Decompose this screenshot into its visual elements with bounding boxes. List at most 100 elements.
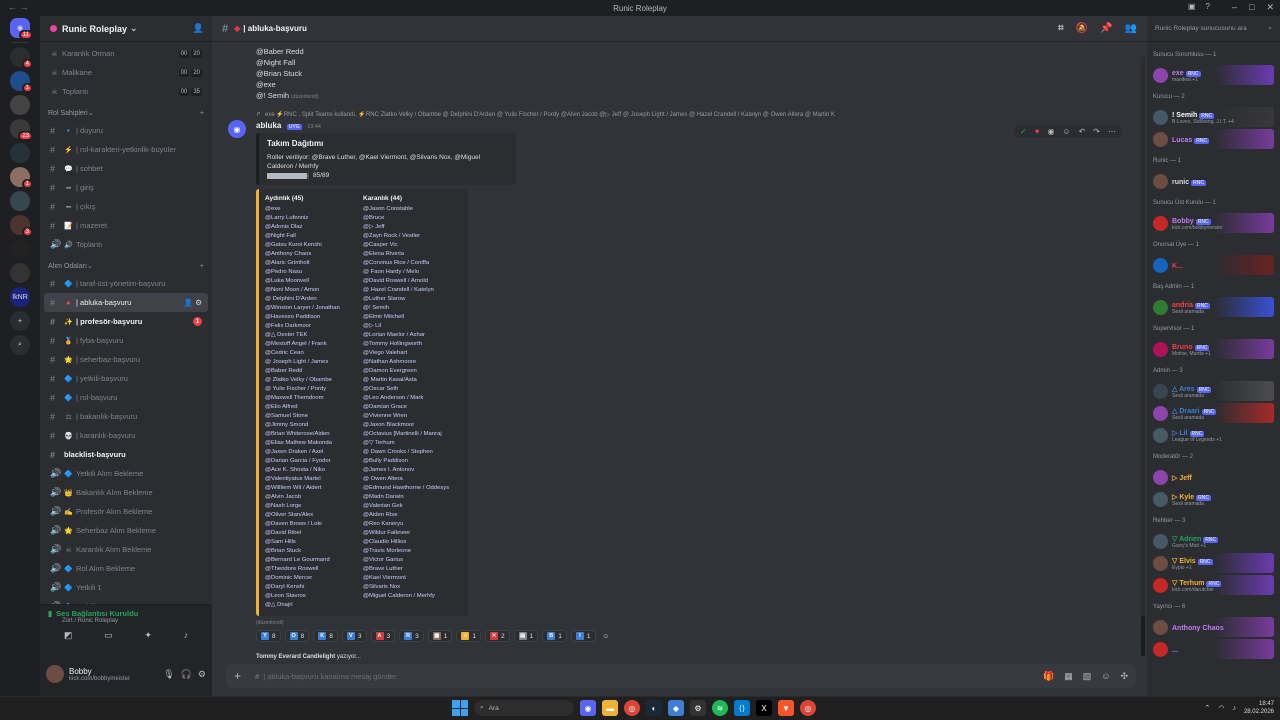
channel-item[interactable]: 🔊 🔷 Rol Alım Bekleme bbox=[44, 559, 208, 578]
threads-icon[interactable]: ⌗ bbox=[1058, 23, 1064, 34]
team-member[interactable]: @ Joseph Light / James bbox=[265, 358, 359, 367]
taskbar-search[interactable]: ⌕ Ara bbox=[474, 700, 574, 716]
eye-icon[interactable]: ◉ bbox=[1047, 127, 1054, 136]
reaction-button[interactable]: O8 bbox=[284, 630, 310, 642]
channel-item[interactable]: # ➡ | giriş bbox=[44, 178, 208, 197]
channel-item[interactable]: # 🔹 | duyuru bbox=[44, 121, 208, 140]
avatar[interactable] bbox=[1153, 491, 1168, 507]
voice-channel[interactable]: ☠ Karanlık Orman 00 20 bbox=[44, 44, 208, 63]
avatar[interactable] bbox=[1153, 533, 1168, 549]
apps-icon[interactable]: ✣ bbox=[1120, 671, 1128, 682]
plus-icon[interactable]: + bbox=[200, 110, 204, 117]
member-item[interactable]: ! Semih RNC B-Loves, Skillbeng, J.I.T. +4 bbox=[1153, 106, 1274, 128]
server-icon[interactable]: + bbox=[10, 311, 30, 331]
channel-item[interactable]: # 💀 | karanlık-başvuru bbox=[44, 426, 208, 445]
screen-share-icon[interactable]: ▭ bbox=[104, 630, 113, 641]
team-member[interactable]: @Oscar Seth bbox=[363, 385, 457, 394]
team-member[interactable]: @Oliver Stan/Alex bbox=[265, 511, 359, 520]
user-mention[interactable]: @! Semih bbox=[256, 91, 289, 100]
team-member[interactable]: @Ace K. Shosta / Niko bbox=[265, 466, 359, 475]
channel-item[interactable]: 🔊 👑 Bakanlık Alım Bekleme bbox=[44, 483, 208, 502]
team-member[interactable]: @ Owen Altera bbox=[363, 475, 457, 484]
team-member[interactable]: @Jaxon Blackmoor bbox=[363, 421, 457, 430]
inbox-icon[interactable]: ▣ bbox=[1188, 2, 1196, 11]
team-member[interactable]: @Felix Darkmoor bbox=[265, 322, 359, 331]
discord-app-icon[interactable]: ◉ bbox=[580, 700, 596, 716]
member-item[interactable]: ... bbox=[1153, 638, 1274, 660]
settings-icon[interactable]: ⚙ bbox=[690, 700, 706, 716]
reaction-button[interactable]: Y8 bbox=[256, 630, 281, 642]
team-member[interactable]: @David Roswell / Arnold bbox=[363, 277, 457, 286]
member-item[interactable]: runic RNC bbox=[1153, 170, 1274, 192]
avatar[interactable] bbox=[1153, 341, 1168, 357]
chrome-icon[interactable]: ◎ bbox=[624, 700, 640, 716]
reply-icon[interactable]: ↶ bbox=[1079, 127, 1086, 136]
team-member[interactable]: @Luka Moonvell bbox=[265, 277, 359, 286]
team-member[interactable]: @Brian Whiterose/Aiden bbox=[265, 430, 359, 439]
team-member[interactable]: @Travis Morleone bbox=[363, 547, 457, 556]
server-icon[interactable] bbox=[10, 191, 30, 211]
gift-icon[interactable]: 🎁 bbox=[1043, 671, 1054, 682]
member-item[interactable]: ▷ Jeff bbox=[1153, 466, 1274, 488]
message-author[interactable]: abluka bbox=[256, 121, 281, 130]
channel-item[interactable]: # 💬 | sohbet bbox=[44, 159, 208, 178]
channel-item[interactable]: # ⚖ | bakanlık-başvuru bbox=[44, 407, 208, 426]
team-member[interactable]: @Noni Moon / Amon bbox=[265, 286, 359, 295]
mute-icon[interactable]: 🔕 bbox=[1076, 23, 1088, 34]
team-member[interactable]: @Nathan Ashmoore bbox=[363, 358, 457, 367]
member-item[interactable]: exe RNC manifest +1 bbox=[1153, 64, 1274, 86]
avatar[interactable] bbox=[1153, 257, 1168, 273]
channel-item[interactable]: # 🔺 | abluka-başvuru 👤 ⚙ bbox=[44, 293, 208, 312]
avatar[interactable] bbox=[1153, 577, 1168, 593]
plus-icon[interactable]: + bbox=[200, 263, 204, 270]
back-forward-icons[interactable]: ← → bbox=[8, 2, 29, 12]
team-member[interactable]: @Anthony Chaos bbox=[265, 250, 359, 259]
avatar[interactable] bbox=[1153, 469, 1168, 485]
category-alim-odalari[interactable]: Alım Odaları ⌄ + bbox=[44, 258, 208, 274]
avatar[interactable] bbox=[1153, 555, 1168, 571]
reaction-button[interactable]: ▦ 1 bbox=[427, 630, 453, 642]
team-member[interactable]: @Wildur Falkneer bbox=[363, 529, 457, 538]
wifi-icon[interactable]: ◠ bbox=[1218, 704, 1224, 712]
server-icon[interactable]: 4 bbox=[10, 47, 33, 69]
add-reaction-button[interactable]: ☺ bbox=[600, 630, 612, 642]
avatar[interactable] bbox=[1153, 427, 1168, 443]
reply-reference[interactable]: ↱ exe ⚡RNC , Split Teams kullandı. ⚡RNC … bbox=[212, 108, 1032, 120]
invite-icon[interactable]: 👤 bbox=[193, 23, 204, 34]
member-item[interactable]: Lucas RNC bbox=[1153, 128, 1274, 150]
text-editor-icon[interactable]: X bbox=[756, 700, 772, 716]
emoji-icon[interactable]: ☺ bbox=[1101, 671, 1110, 682]
pinned-icon[interactable]: 📌 bbox=[1100, 23, 1112, 34]
team-member[interactable]: @Jimmy Smond bbox=[265, 421, 359, 430]
invite-icon[interactable]: 👤 bbox=[184, 298, 193, 307]
user-mention[interactable]: @Brian Stuck bbox=[256, 69, 302, 78]
server-icon[interactable]: 1 bbox=[10, 71, 33, 93]
team-member[interactable]: @Darian Garcia / Fyodor bbox=[265, 457, 359, 466]
file-explorer-icon[interactable]: ▬ bbox=[602, 700, 618, 716]
microphone-icon[interactable]: 🎙 bbox=[163, 669, 174, 680]
close-button[interactable]: ✕ bbox=[1266, 2, 1274, 13]
category-rol-sahipleri[interactable]: Rol Sahipleri ⌄ + bbox=[44, 105, 208, 121]
team-member[interactable]: @Reo Kaneryu bbox=[363, 520, 457, 529]
team-member[interactable]: @Miguel Calderon / Merhfy bbox=[363, 592, 457, 601]
avatar[interactable] bbox=[1153, 405, 1168, 421]
reaction-button[interactable]: I1 bbox=[570, 630, 596, 642]
channel-item[interactable]: 🔊 🔷 Yetkili 1 bbox=[44, 578, 208, 597]
reaction-button[interactable]: R3 bbox=[399, 630, 424, 642]
voice-channel[interactable]: ☠ Malikane 00 20 bbox=[44, 63, 208, 82]
server-icon[interactable]: 1 bbox=[10, 167, 33, 189]
team-member[interactable]: @Dominic Mercer bbox=[265, 574, 359, 583]
chrome-icon-2[interactable]: ◎ bbox=[800, 700, 816, 716]
team-member[interactable]: @Corvinus Rice / Coniffa bbox=[363, 259, 457, 268]
member-item[interactable]: ▽ Adrien RNC Garry's Mod +1 bbox=[1153, 530, 1274, 552]
server-icon[interactable] bbox=[10, 263, 30, 283]
team-member[interactable]: @Bully Paddison bbox=[363, 457, 457, 466]
team-member[interactable]: @Jason Constable bbox=[363, 205, 457, 214]
member-item[interactable]: K... bbox=[1153, 254, 1274, 276]
team-member[interactable]: @Damon Evergreen bbox=[363, 367, 457, 376]
team-member[interactable]: @Cedric Cean bbox=[265, 349, 359, 358]
member-item[interactable]: ▷ Kyle RNC Sesli aramada bbox=[1153, 488, 1274, 510]
avatar[interactable] bbox=[1153, 299, 1168, 315]
team-member[interactable]: @Octavius [Martinelli / Manraj bbox=[363, 430, 457, 439]
server-icon[interactable]: ⌕ bbox=[10, 335, 30, 355]
